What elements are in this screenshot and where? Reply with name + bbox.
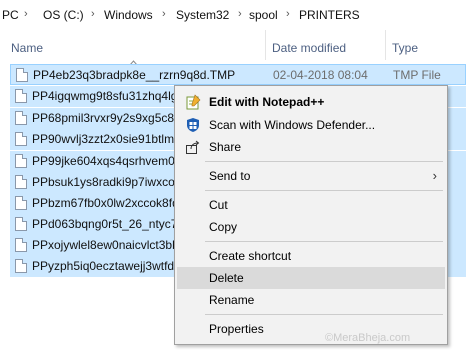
menu-item-label: Delete [209,271,244,285]
menu-item-label: Create shortcut [209,249,292,263]
tmp-file-icon [15,89,27,103]
tmp-file-icon [15,132,27,146]
breadcrumb-separator[interactable]: › [162,8,166,20]
file-name: PP4eb23q3bradpk8e__rzrn9q8d.TMP [33,68,236,82]
menu-item-copy[interactable]: Copy [177,216,445,238]
file-row[interactable]: PP4eb23q3bradpk8e__rzrn9q8d.TMP 02-04-20… [10,64,466,85]
tmp-file-icon [15,259,27,273]
tmp-file-icon [16,68,28,82]
share-icon [186,140,200,154]
watermark: ©MeraBheja.com [325,332,411,344]
file-type: TMP File [393,68,441,82]
breadcrumb-separator[interactable]: › [286,8,290,20]
menu-item-edit-notepad[interactable]: Edit with Notepad++ [177,91,445,113]
column-divider[interactable] [265,30,266,60]
breadcrumb-separator[interactable]: › [238,8,242,20]
context-menu: Edit with Notepad++ Scan with Windows De… [174,85,448,345]
breadcrumb-separator[interactable]: › [91,8,95,20]
column-header-name[interactable]: Name [11,41,43,55]
file-name: PP99jke604xqs4qsrhvem0w [32,154,184,168]
menu-item-label: Cut [209,198,228,212]
menu-item-cut[interactable]: Cut [177,194,445,216]
menu-item-label: Send to [209,169,251,183]
menu-item-label: Properties [209,322,264,336]
menu-separator [205,241,443,242]
menu-item-delete[interactable]: Delete [177,267,445,289]
menu-item-scan-defender[interactable]: Scan with Windows Defender... [177,114,445,136]
breadcrumb-item-windows[interactable]: Windows [104,8,153,22]
breadcrumb-item-printers[interactable]: PRINTERS [299,8,360,22]
menu-item-create-shortcut[interactable]: Create shortcut [177,245,445,267]
menu-separator [205,161,443,162]
file-name: PPbzm67fb0x0lw2xccok8fd [32,196,179,210]
file-name: PPd063bqng0r5t_26_ntyc78 [32,217,185,231]
file-name: PPbsuk1ys8radki9p7iwxcor [32,175,179,189]
windows-defender-shield-icon [187,118,199,132]
tmp-file-icon [15,154,27,168]
menu-item-label: Share [209,140,242,154]
column-divider[interactable] [385,30,386,60]
breadcrumb-item-os-c[interactable]: OS (C:) [43,8,84,22]
tmp-file-icon [15,196,27,210]
column-header-type[interactable]: Type [392,41,418,55]
tmp-file-icon [15,217,27,231]
menu-separator [205,190,443,191]
menu-item-share[interactable]: Share [177,136,445,158]
column-header-date-modified[interactable]: Date modified [272,41,346,55]
file-date-modified: 02-04-2018 08:04 [273,68,368,82]
breadcrumb: PC › OS (C:) › Windows › System32 › spoo… [0,0,472,31]
file-name: PP4igqwmg9t8sfu31zhq4lg [32,89,178,103]
tmp-file-icon [15,175,27,189]
file-name: PP68pmil3rvxr9y2s9xg5c8t0 [32,111,185,125]
file-name: PP90wvlj3zzt2x0sie91btlm [32,132,175,146]
tmp-file-icon [15,111,27,125]
notepad-plus-plus-icon [186,94,201,110]
menu-item-rename[interactable]: Rename [177,289,445,311]
menu-separator [205,314,443,315]
breadcrumb-item-spool[interactable]: spool [249,8,278,22]
breadcrumb-separator[interactable]: › [24,8,28,20]
file-name: PPxojywlel8ew0naicvlct3bb [32,238,179,252]
menu-item-label: Copy [209,220,238,234]
file-name: PPyzph5iq0ecztawejj3wtfdv [32,259,181,273]
breadcrumb-item-system32[interactable]: System32 [176,8,229,22]
menu-item-label: Scan with Windows Defender... [209,118,376,132]
menu-item-send-to[interactable]: Send to › [177,165,445,187]
menu-item-label: Rename [209,293,255,307]
tmp-file-icon [15,238,27,252]
breadcrumb-item-this-pc[interactable]: PC [2,8,19,22]
menu-item-label: Edit with Notepad++ [209,95,325,109]
chevron-right-icon: › [432,168,437,183]
column-header-bar: Name Date modified Type [0,30,472,66]
